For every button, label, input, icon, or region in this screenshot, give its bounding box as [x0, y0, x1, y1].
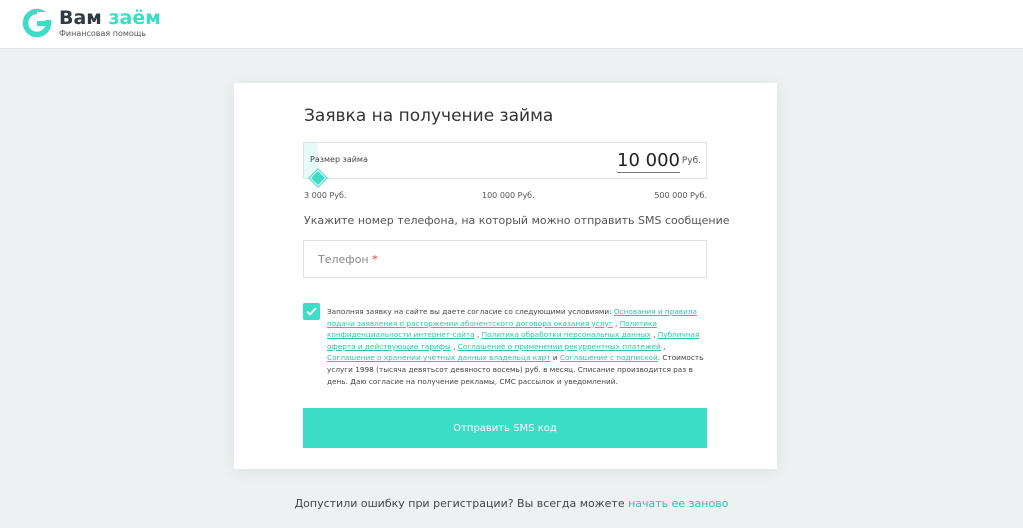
loan-amount-label: Размер займа [310, 155, 368, 164]
form-title: Заявка на получение займа [304, 106, 554, 126]
loan-amount-value[interactable]: 10 000 [617, 150, 680, 173]
phone-hint: Укажите номер телефона, на который можно… [304, 214, 730, 227]
slider-max-label: 500 000 Руб. [654, 191, 707, 200]
checkmark-icon [306, 307, 317, 316]
phone-field[interactable]: Телефон * [303, 240, 707, 278]
loan-amount-field[interactable]: Размер займа 10 000 Руб. [303, 142, 707, 179]
site-header: Вам заём Финансовая помощь [0, 0, 1023, 49]
loan-application-card: Заявка на получение займа Размер займа 1… [234, 83, 777, 469]
logo[interactable]: Вам заём Финансовая помощь [22, 7, 162, 41]
logo-mark-icon [22, 8, 52, 38]
consent-checkbox[interactable] [303, 303, 320, 320]
link-subscription-agreement[interactable]: Соглашение с подпиской [560, 353, 658, 362]
link-card-data-storage[interactable]: Соглашение о хранении учетных данных вла… [327, 353, 551, 362]
restart-registration-link[interactable]: начать ее заново [628, 497, 728, 510]
restart-registration-note: Допустили ошибку при регистрации? Вы все… [294, 497, 729, 510]
slider-mid-label: 100 000 Руб. [482, 191, 535, 200]
phone-input[interactable] [304, 241, 706, 277]
slider-scale: 3 000 Руб. 100 000 Руб. 500 000 Руб. [304, 191, 707, 203]
loan-amount-unit: Руб. [681, 156, 701, 166]
link-personal-data-policy[interactable]: Политика обработки персональных данных [482, 330, 651, 339]
send-sms-code-button[interactable]: Отправить SMS код [303, 408, 707, 448]
consent-text: Заполняя заявку на сайте вы даете соглас… [327, 307, 704, 386]
slider-min-label: 3 000 Руб. [304, 191, 347, 200]
logo-subtitle: Финансовая помощь [59, 29, 147, 38]
logo-title: Вам заём [59, 7, 161, 29]
link-recurring-payments[interactable]: Соглашение о применении рекуррентных пла… [458, 342, 661, 351]
